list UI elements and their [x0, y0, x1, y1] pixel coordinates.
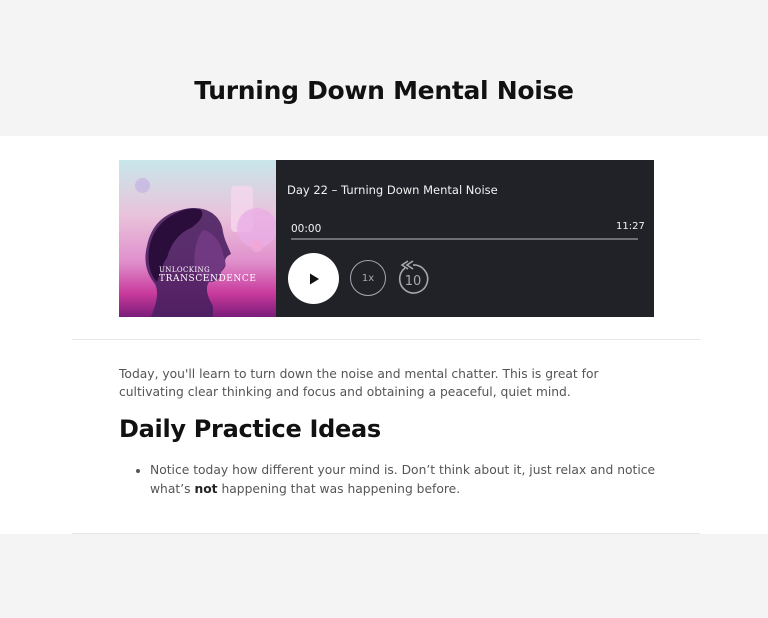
progress-bar[interactable]	[291, 238, 638, 240]
woman-silhouette-icon	[145, 208, 231, 317]
practice-emphasis: not	[194, 482, 218, 496]
cover-title-line2: TRANSCENDENCE	[159, 274, 257, 284]
time-total: 11:27	[616, 221, 645, 232]
playback-speed-button[interactable]: 1x	[350, 260, 386, 296]
play-button[interactable]	[288, 253, 339, 304]
page-header: Turning Down Mental Noise	[0, 0, 768, 136]
practice-list: Notice today how different your mind is.…	[136, 461, 656, 499]
speed-label: 1x	[361, 272, 375, 284]
audio-player: UNLOCKING TRANSCENDENCE Day 22 – Turning…	[119, 160, 654, 317]
practice-text-after: happening that was happening before.	[217, 482, 461, 496]
rewind-button[interactable]: 10	[395, 259, 431, 297]
intro-paragraph: Today, you'll learn to turn down the noi…	[119, 367, 599, 399]
album-cover: UNLOCKING TRANSCENDENCE	[119, 160, 276, 317]
list-item: Notice today how different your mind is.…	[136, 461, 656, 499]
main-content: UNLOCKING TRANSCENDENCE Day 22 – Turning…	[0, 136, 768, 534]
rewind-10-icon: 10	[398, 260, 429, 294]
time-current: 00:00	[291, 223, 322, 235]
divider	[72, 339, 700, 340]
section-heading: Daily Practice Ideas	[119, 415, 381, 443]
play-icon	[309, 273, 319, 284]
cover-title: UNLOCKING TRANSCENDENCE	[159, 266, 257, 284]
cover-orb	[251, 240, 263, 252]
episode-title: Day 22 – Turning Down Mental Noise	[287, 183, 498, 197]
divider	[72, 533, 700, 534]
rewind-seconds: 10	[405, 274, 422, 289]
page-title: Turning Down Mental Noise	[194, 76, 574, 105]
cover-orb	[135, 178, 150, 193]
